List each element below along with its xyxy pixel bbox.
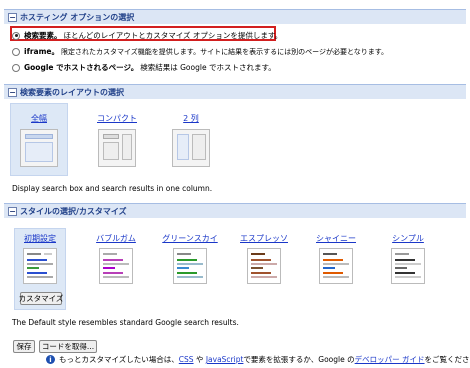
option-text: 検索結果は Google でホストされます。 — [140, 63, 276, 72]
hosting-option-google-hosted[interactable]: Google でホストされるページ。 検索結果は Google でホストされます… — [12, 62, 276, 73]
info-text: で要素を拡張するか、Google の — [243, 355, 355, 364]
style-thumb-shiny[interactable] — [319, 248, 353, 284]
style-thumb-bubblegum[interactable] — [99, 248, 133, 284]
collapse-icon[interactable]: − — [8, 12, 17, 22]
style-option-shiny[interactable]: シャイニー — [310, 233, 362, 244]
layout-option-compact[interactable]: コンパクト — [88, 113, 146, 124]
developer-guide-link[interactable]: デベロッパー ガイド — [355, 354, 425, 365]
css-link[interactable]: CSS — [179, 355, 194, 364]
info-text: をご覧ください。 — [424, 355, 470, 364]
style-thumb-espresso[interactable] — [247, 248, 281, 284]
info-text: や — [193, 355, 206, 364]
info-icon: i — [46, 355, 55, 364]
hosting-option-iframe[interactable]: iframe。 限定されたカスタマイズ機能を提供します。サイトに結果を表示するに… — [12, 46, 388, 57]
hosting-header-title: ホスティング オプションの選択 — [20, 12, 135, 22]
style-description: The Default style resembles standard Goo… — [12, 318, 239, 327]
style-link-espresso[interactable]: エスプレッソ — [240, 234, 288, 243]
layout-link-compact[interactable]: コンパクト — [97, 114, 137, 123]
layout-thumb-compact[interactable] — [98, 129, 136, 167]
style-option-simple[interactable]: シンプル — [382, 233, 434, 244]
style-thumb-greensky[interactable] — [173, 248, 207, 284]
style-option-default[interactable]: 初期設定 — [14, 233, 66, 244]
style-link-shiny[interactable]: シャイニー — [316, 234, 356, 243]
option-title: 検索要素。 — [24, 31, 62, 40]
style-link-bubblegum[interactable]: バブルガム — [96, 234, 136, 243]
customize-button[interactable]: カスタマイズ — [19, 292, 63, 305]
option-title: iframe。 — [24, 47, 59, 56]
style-option-greensky[interactable]: グリーンスカイ — [160, 233, 220, 244]
style-link-greensky[interactable]: グリーンスカイ — [162, 234, 217, 243]
option-text: ほとんどのレイアウトとカスタマイズ オプションを提供します。 — [63, 31, 283, 40]
hosting-section-header[interactable]: − ホスティング オプションの選択 — [4, 9, 466, 24]
layout-link-full-width[interactable]: 全幅 — [31, 114, 47, 123]
layout-header-title: 検索要素のレイアウトの選択 — [20, 87, 124, 97]
layout-description: Display search box and search results in… — [12, 184, 213, 193]
get-code-button[interactable]: コードを取得... — [39, 340, 97, 353]
style-section-header[interactable]: − スタイルの選択/カスタマイズ — [4, 203, 466, 218]
radio-button[interactable] — [12, 63, 20, 72]
hosting-option-element[interactable]: 検索要素。 ほとんどのレイアウトとカスタマイズ オプションを提供します。 — [12, 30, 282, 41]
style-link-simple[interactable]: シンプル — [392, 234, 424, 243]
collapse-icon[interactable]: − — [8, 87, 17, 97]
style-thumb-simple[interactable] — [391, 248, 425, 284]
option-text: 限定されたカスタマイズ機能を提供します。サイトに結果を表示するには別のページが必… — [61, 47, 389, 56]
layout-link-two-column[interactable]: 2 列 — [183, 114, 199, 123]
style-header-title: スタイルの選択/カスタマイズ — [20, 206, 127, 216]
radio-button[interactable] — [12, 31, 20, 40]
collapse-icon[interactable]: − — [8, 206, 17, 216]
layout-option-full-width[interactable]: 全幅 — [10, 113, 68, 124]
layout-section-header[interactable]: − 検索要素のレイアウトの選択 — [4, 84, 466, 99]
save-button[interactable]: 保存 — [13, 340, 35, 353]
info-row: i もっとカスタマイズしたい場合は、 CSS や JavaScript で要素を… — [46, 354, 470, 365]
layout-thumb-two-column[interactable] — [172, 129, 210, 167]
style-option-bubblegum[interactable]: バブルガム — [90, 233, 142, 244]
style-option-espresso[interactable]: エスプレッソ — [236, 233, 292, 244]
style-link-default[interactable]: 初期設定 — [24, 234, 56, 243]
layout-option-two-column[interactable]: 2 列 — [162, 113, 220, 124]
radio-button[interactable] — [12, 47, 20, 56]
javascript-link[interactable]: JavaScript — [206, 355, 244, 364]
layout-thumb-full-width[interactable] — [20, 129, 58, 167]
info-text: もっとカスタマイズしたい場合は、 — [59, 355, 179, 364]
style-thumb-default[interactable] — [23, 248, 57, 284]
option-title: Google でホストされるページ。 — [24, 63, 139, 72]
